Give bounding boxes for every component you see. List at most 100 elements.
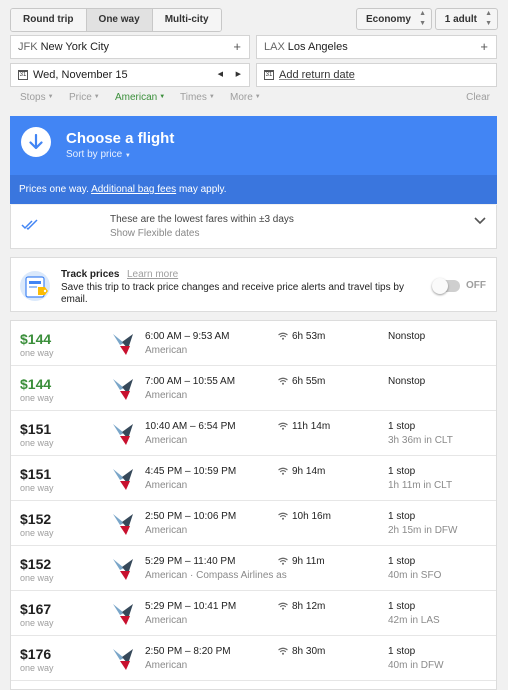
flight-stop-detail: 42m in LAS — [388, 615, 440, 626]
flight-price: $151 — [20, 466, 52, 482]
updown-icon: ▲ ▼ — [485, 10, 492, 27]
flight-stops: 1 stop — [388, 421, 416, 432]
american-airlines-logo-icon — [113, 559, 133, 580]
filter-bar: Stops ▼ Price ▼ American ▼ Times ▼ More ▼ Cle… — [20, 92, 490, 108]
sort-label: Sort by price — [66, 149, 123, 160]
american-airlines-logo-icon — [113, 469, 133, 490]
filter-label: Price — [69, 92, 92, 103]
caret-down-icon: ▼ — [93, 94, 100, 101]
sort-dropdown[interactable]: Sort by price ▼ — [66, 149, 131, 160]
flight-row[interactable]: $152 one way 2:50 PM – 10:06 PM American… — [11, 501, 496, 546]
origin-city: New York City — [40, 41, 110, 53]
multi-city-button[interactable]: Multi-city — [152, 9, 221, 31]
flight-duration: 11h 14m — [292, 421, 331, 432]
chevron-down-icon[interactable] — [474, 217, 486, 225]
destination-field[interactable]: LAX Los Angeles + — [256, 35, 497, 59]
flight-row[interactable]: $151 one way 10:40 AM – 6:54 PM American… — [11, 411, 496, 456]
track-prices-panel: Track prices Learn more Save this trip t… — [10, 257, 497, 312]
flight-stops: Nonstop — [388, 331, 426, 342]
clear-filters-button[interactable]: Clear — [466, 92, 490, 103]
price-qualifier: one way — [20, 393, 54, 403]
price-qualifier: one way — [20, 348, 54, 358]
show-flexible-dates-link[interactable]: Show Flexible dates — [110, 228, 200, 239]
flight-duration: 6h 55m — [292, 376, 326, 387]
flight-row[interactable]: $176 one way 2:50 PM – 8:20 PM American … — [11, 636, 496, 681]
one-way-button[interactable]: One way — [86, 9, 153, 31]
toggle-state-label: OFF — [466, 280, 486, 291]
return-date-field[interactable]: 31 Add return date — [256, 63, 497, 87]
wifi-icon — [278, 602, 288, 610]
filter-times[interactable]: Times ▼ — [180, 92, 215, 103]
origin-field[interactable]: JFK New York City + — [10, 35, 250, 59]
american-airlines-logo-icon — [113, 379, 133, 400]
choose-flight-header: Choose a flight Sort by price ▼ Prices o… — [10, 116, 497, 204]
flight-stop-detail: 40m in DFW — [388, 660, 444, 671]
caret-down-icon: ▼ — [159, 94, 166, 101]
caret-down-icon: ▼ — [208, 94, 215, 101]
flight-duration: 9h 11m — [292, 556, 325, 567]
flight-row[interactable]: $144 one way 7:00 AM – 10:55 AM American… — [11, 366, 496, 411]
flight-stop-detail: 3h 36m in CLT — [388, 435, 453, 446]
round-trip-button[interactable]: Round trip — [11, 9, 87, 31]
flight-results-list: $144 one way 6:00 AM – 9:53 AM American … — [10, 320, 497, 690]
caret-down-icon: ▼ — [124, 153, 131, 159]
flight-airline: American — [145, 660, 188, 671]
american-airlines-logo-icon — [113, 424, 133, 445]
flight-price: $144 — [20, 376, 52, 392]
caret-down-icon: ▼ — [47, 94, 54, 101]
filter-more[interactable]: More ▼ — [230, 92, 261, 103]
american-airlines-logo-icon — [113, 334, 133, 355]
origin-code: JFK — [18, 41, 38, 53]
flexible-dates-panel[interactable]: These are the lowest fares within ±3 day… — [10, 205, 497, 249]
add-origin-icon[interactable]: + — [233, 36, 241, 58]
price-qualifier: one way — [20, 618, 54, 628]
flight-stop-detail: 1h 11m in CLT — [388, 480, 453, 491]
flight-price: $144 — [20, 331, 52, 347]
destination-code: LAX — [264, 41, 285, 53]
add-return-date-link[interactable]: Add return date — [279, 69, 355, 81]
track-prices-toggle[interactable] — [432, 278, 460, 294]
flight-times: 5:29 PM – 10:41 PM — [145, 601, 237, 612]
filter-label: More — [230, 92, 253, 103]
track-prices-description: Save this trip to track price changes an… — [61, 282, 404, 305]
updown-icon: ▲ ▼ — [419, 10, 426, 27]
choose-flight-title: Choose a flight — [66, 130, 175, 147]
flight-times: 10:40 AM – 6:54 PM — [145, 421, 236, 432]
flight-price: $152 — [20, 511, 52, 527]
flight-times: 2:50 PM – 8:20 PM — [145, 646, 231, 657]
flight-duration: 10h 16m — [292, 511, 331, 522]
flight-row[interactable]: $151 one way 4:45 PM – 10:59 PM American… — [11, 456, 496, 501]
filter-price[interactable]: Price ▼ — [69, 92, 100, 103]
flight-row[interactable]: $167 one way 5:29 PM – 10:41 PM American… — [11, 591, 496, 636]
passengers-select[interactable]: 1 adult ▲ ▼ — [434, 8, 498, 30]
departure-date-field[interactable]: 31 Wed, November 15 ◀ ▶ — [10, 63, 250, 87]
price-tag-illustration-icon — [20, 271, 50, 301]
bag-fees-link[interactable]: Additional bag fees — [91, 184, 176, 195]
wifi-icon — [278, 467, 288, 475]
add-destination-icon[interactable]: + — [480, 36, 488, 58]
flight-row[interactable]: $144 one way 6:00 AM – 9:53 AM American … — [11, 321, 496, 366]
cabin-class-value: Economy — [365, 14, 411, 25]
next-date-icon[interactable]: ▶ — [236, 64, 241, 86]
flight-price: $151 — [20, 421, 52, 437]
cabin-class-select[interactable]: Economy ▲ ▼ — [355, 8, 432, 30]
notice-suffix: may apply. — [178, 184, 227, 195]
price-qualifier: one way — [20, 483, 54, 493]
filter-stops[interactable]: Stops ▼ — [20, 92, 54, 103]
flight-price: $152 — [20, 556, 52, 572]
destination-city: Los Angeles — [287, 41, 348, 53]
learn-more-link[interactable]: Learn more — [127, 269, 178, 280]
flight-times: 6:00 AM – 9:53 AM — [145, 331, 230, 342]
wifi-icon — [278, 512, 288, 520]
flight-duration: 8h 12m — [292, 601, 326, 612]
filter-airline[interactable]: American ▼ — [115, 92, 165, 103]
previous-date-icon[interactable]: ◀ — [218, 64, 223, 86]
flight-stops: 1 stop — [388, 646, 416, 657]
flight-row[interactable]: $152 one way 5:29 PM – 11:40 PM American… — [11, 546, 496, 591]
flight-duration: 9h 14m — [292, 466, 326, 477]
flexible-dates-message: These are the lowest fares within ±3 day… — [110, 214, 294, 225]
flight-stop-detail: 2h 15m in DFW — [388, 525, 458, 536]
flight-airline: American — [145, 435, 188, 446]
flight-duration: 6h 53m — [292, 331, 326, 342]
track-prices-title: Track prices — [61, 269, 120, 280]
